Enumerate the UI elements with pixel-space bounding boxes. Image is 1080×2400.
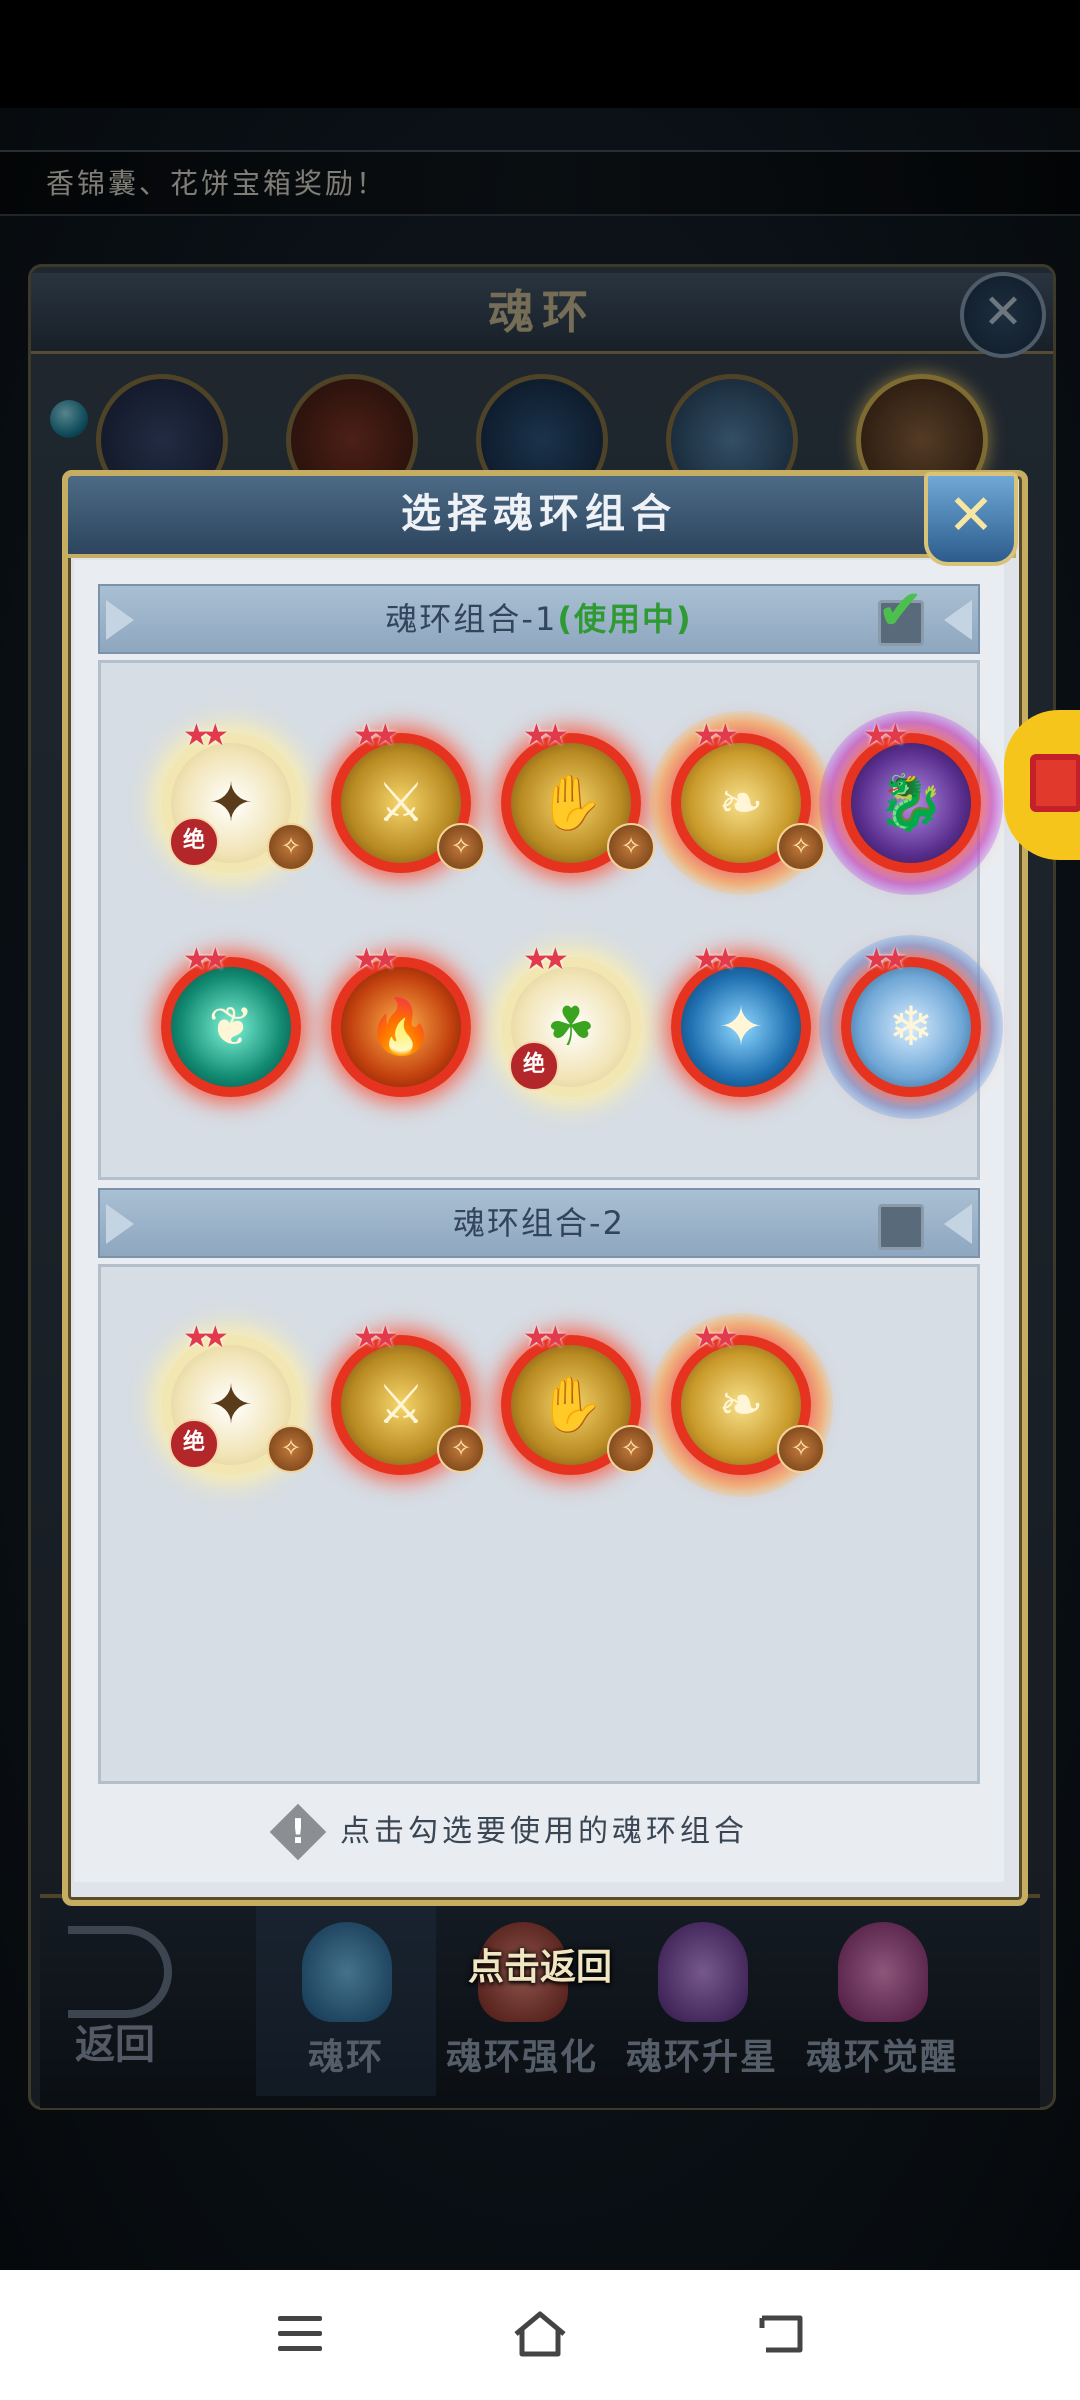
soul-ring[interactable]: ✦ ★★ 绝 ✧ <box>161 721 315 873</box>
combination-1-checkbox[interactable]: ✔ <box>877 581 924 646</box>
combination-1-rings: ✦ ★★ 绝 ✧ ⚔ ★★ ✧ ✋ ★★ ✧ ❧ ★★ ✧ 🐉 ★★ ❦ ★★ … <box>98 660 1003 1180</box>
menu-icon[interactable] <box>278 2316 322 2352</box>
tap-to-return[interactable]: 点击返回 <box>420 1940 660 1996</box>
dialog-title: 选择魂环组合 <box>401 491 677 537</box>
soul-ring[interactable]: ❧ ★★ ✧ <box>649 711 833 895</box>
assistant-icon <box>1030 754 1080 812</box>
combination-1-header[interactable]: 魂环组合-1(使用中) ✔ <box>98 581 980 654</box>
soul-ring[interactable]: ✦ ★★ <box>671 945 811 1097</box>
selection-hint: ! 点击勾选要使用的魂环组合 <box>62 1803 1016 1866</box>
checkmark-icon: ✔ <box>877 578 924 643</box>
soul-ring[interactable]: 🔥 ★★ <box>331 945 471 1097</box>
combination-1-title: 魂环组合-1(使用中) <box>385 600 693 638</box>
soul-ring[interactable]: ☘ ★★ 绝 <box>501 945 641 1097</box>
soul-ring[interactable]: 🐉 ★★ <box>819 711 1003 895</box>
soul-ring[interactable]: ❦ ★★ <box>161 945 301 1097</box>
combination-2-checkbox[interactable] <box>878 1204 924 1250</box>
back-icon[interactable] <box>756 2312 806 2356</box>
soul-ring[interactable]: ✦ ★★ 绝 ✧ <box>161 1323 315 1475</box>
floating-assistant-button[interactable] <box>1004 710 1080 860</box>
home-icon[interactable] <box>512 2310 568 2358</box>
combination-2-title: 魂环组合-2 <box>453 1204 625 1242</box>
soul-ring[interactable]: ✋ ★★ ✧ <box>501 721 655 873</box>
in-use-status: (使用中) <box>557 600 693 638</box>
combination-2-header[interactable]: 魂环组合-2 <box>98 1188 980 1258</box>
combination-2-rings: ✦ ★★ 绝 ✧ ⚔ ★★ ✧ ✋ ★★ ✧ ❧ ★★ ✧ <box>98 1264 980 1784</box>
soul-ring[interactable]: ⚔ ★★ ✧ <box>331 1323 485 1475</box>
soul-ring[interactable]: ❧ ★★ ✧ <box>649 1313 833 1497</box>
status-bar <box>0 0 1080 108</box>
soul-ring[interactable]: ✋ ★★ ✧ <box>501 1323 655 1475</box>
soul-ring[interactable]: ❄ ★★ <box>819 935 1003 1119</box>
close-icon[interactable]: ✕ <box>924 472 1018 566</box>
soul-ring[interactable]: ⚔ ★★ ✧ <box>331 721 485 873</box>
hint-text: 点击勾选要使用的魂环组合 <box>340 1814 748 1849</box>
